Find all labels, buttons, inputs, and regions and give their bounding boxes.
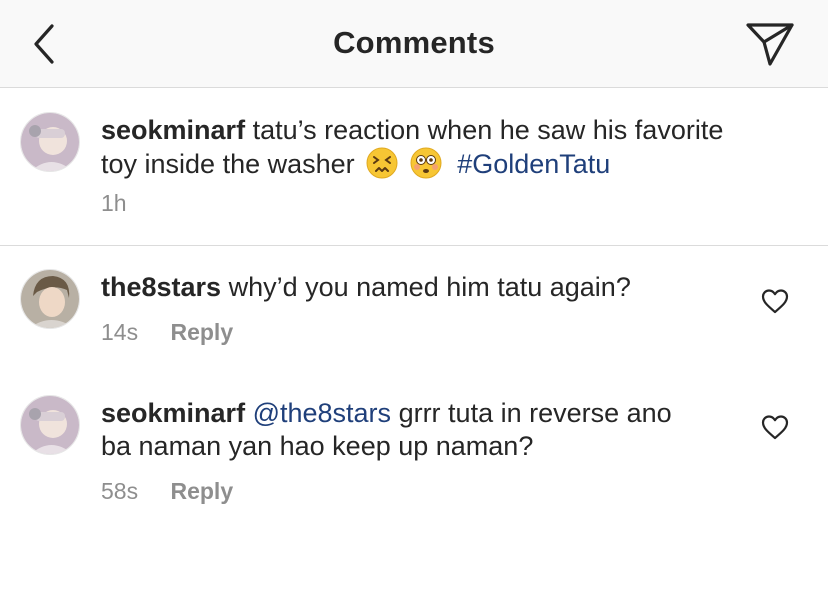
comment-body: why’d you named him tatu again? — [228, 272, 631, 302]
comment-body-line1: grrr tuta in reverse ano — [398, 398, 672, 428]
header-bar: Comments — [0, 0, 828, 88]
flushed-face-emoji — [410, 147, 442, 179]
like-button[interactable] — [760, 287, 790, 315]
avatar[interactable] — [20, 395, 80, 455]
comment-meta: 14s Reply — [101, 319, 233, 346]
comment-username[interactable]: seokminarf — [101, 398, 245, 428]
reply-button[interactable]: Reply — [170, 478, 233, 504]
comment-timestamp: 14s — [101, 319, 139, 345]
divider — [0, 245, 828, 246]
hashtag-link[interactable]: #GoldenTatu — [457, 149, 610, 179]
comment-timestamp: 58s — [101, 478, 139, 504]
page-title: Comments — [333, 25, 495, 60]
heart-icon — [761, 289, 789, 314]
avatar[interactable] — [20, 112, 80, 172]
paper-plane-icon — [746, 23, 794, 66]
reply-button[interactable]: Reply — [170, 319, 233, 345]
heart-icon — [761, 415, 789, 440]
persevering-face-emoji — [366, 147, 398, 179]
comment-text: seokminarf @the8stars grrr tuta in rever… — [101, 397, 741, 463]
avatar[interactable] — [20, 269, 80, 329]
share-button[interactable] — [744, 20, 796, 68]
comment-username[interactable]: the8stars — [101, 272, 221, 302]
comment-body-line2: ba naman yan hao keep up naman? — [101, 431, 534, 461]
comment-meta: 58s Reply — [101, 478, 233, 505]
caption-line1: tatu’s reaction when he saw his favorite — [252, 115, 724, 145]
caption-timestamp: 1h — [101, 190, 127, 216]
caption-username[interactable]: seokminarf — [101, 115, 245, 145]
caption-text: seokminarf tatu’s reaction when he saw h… — [101, 114, 801, 181]
comment-text: the8stars why’d you named him tatu again… — [101, 271, 741, 304]
mention-link[interactable]: @the8stars — [253, 398, 391, 428]
like-button[interactable] — [760, 413, 790, 441]
caption-line2: toy inside the washer — [101, 149, 355, 179]
